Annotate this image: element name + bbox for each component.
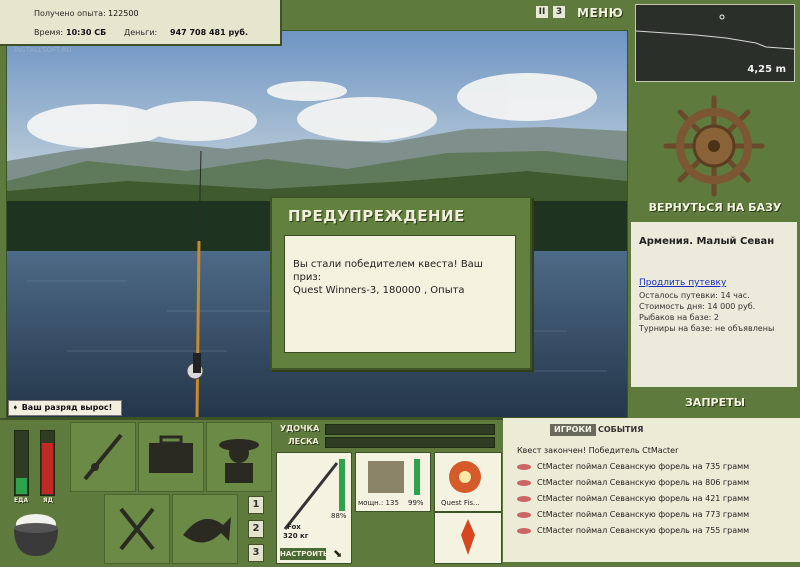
rod-slot[interactable]: 88% Fox 320 кг НАСТРОИТЬ ⬊ [276, 452, 352, 564]
reel-power: мощн.: 135 [358, 499, 399, 507]
speed-button[interactable]: 3 [553, 6, 565, 18]
depth-value: 4,25 m [747, 64, 786, 75]
pause-button[interactable]: II [536, 6, 548, 18]
rod-max-weight: 320 кг [283, 532, 309, 540]
arrow-right-icon: ➧ [12, 403, 19, 412]
event-item: CtMacter поймал Севанскую форель на 806 … [517, 478, 749, 487]
reel-item-icon [368, 461, 404, 493]
fishing-rod-icon [83, 433, 123, 481]
reel-condition: 99% [408, 499, 424, 507]
tackle-box-tile[interactable] [138, 422, 204, 492]
location-title: Армения. Малый Севан [639, 236, 775, 247]
tournaments-status: Турниры на базе: не объявлены [639, 324, 775, 333]
reel-condition-bar [414, 459, 420, 495]
extend-ticket-link[interactable]: Продлить путевку [639, 278, 726, 288]
xp-value: 122500 [108, 9, 139, 18]
rod-condition: 88% [331, 512, 347, 520]
events-list: Квест закончен! Победитель CtMacter CtMa… [503, 442, 800, 562]
tab-events[interactable]: СОБЫТИЯ [594, 424, 647, 436]
ticket-remaining: Осталось путевки: 14 час. [639, 291, 750, 300]
time-label: Время: [34, 28, 64, 37]
food-meter-fill [16, 478, 27, 494]
tackle-box-icon [149, 435, 193, 473]
line-slot[interactable]: Quest Fis... [434, 452, 502, 512]
tab-players[interactable]: ИГРОКИ [550, 424, 596, 436]
food-meter [14, 430, 29, 496]
depth-sonar: 4,25 m [635, 4, 795, 82]
page-button-3[interactable]: 3 [248, 544, 264, 562]
rods-tile[interactable] [70, 422, 136, 492]
resize-arrow-icon: ⬊ [333, 547, 343, 560]
rod-tension-bar [325, 424, 495, 435]
ship-wheel-icon[interactable] [662, 94, 766, 198]
event-item: CtMacter поймал Севанскую форель на 421 … [517, 494, 749, 503]
lure-slot[interactable] [434, 512, 502, 564]
rank-up-text: Ваш разряд вырос! [21, 403, 113, 412]
dialog-message-line1: Вы стали победителем квеста! Ваш приз: [293, 259, 483, 283]
warning-dialog[interactable]: ПРЕДУПРЕЖДЕНИЕ Вы стали победителем квес… [270, 196, 532, 370]
food-tile[interactable] [104, 494, 170, 564]
event-item: CtMacter поймал Севанскую форель на 755 … [517, 526, 749, 535]
line-tension-label: ЛЕСКА [288, 437, 319, 446]
poison-meter [40, 430, 55, 496]
dialog-message-line2: Quest Winners-3, 180000 , Опыта [293, 285, 465, 296]
return-to-base-button[interactable]: ВЕРНУТЬСЯ НА БАЗУ [640, 201, 790, 214]
line-name: Quest Fis... [441, 499, 480, 507]
anglers-count: Рыбаков на базе: 2 [639, 313, 719, 322]
location-panel: Армения. Малый Севан Продлить путевку Ос… [631, 222, 797, 387]
rod-condition-bar [339, 459, 345, 511]
dialog-body: Вы стали победителем квеста! Ваш приз: Q… [284, 235, 516, 353]
page-button-1[interactable]: 1 [248, 496, 264, 514]
fish-icon [517, 479, 531, 486]
rod-tension-label: УДОЧКА [280, 424, 320, 433]
food-label: ЕДА [14, 497, 29, 504]
time-value: 10:30 СБ [66, 28, 107, 37]
rod-name: Fox [287, 523, 301, 531]
watermark: INSTALLSOFT.RU [14, 46, 72, 54]
line-spool-icon [449, 461, 481, 493]
xp-label: Получено опыта: [34, 9, 106, 18]
rod-item-icon [283, 462, 339, 530]
reel-slot[interactable]: мощн.: 135 99% [355, 452, 431, 512]
menu-button[interactable]: МЕНЮ [577, 6, 623, 20]
money-value: 947 708 481 руб. [170, 28, 249, 37]
poison-meter-fill [42, 443, 53, 494]
page-button-2[interactable]: 2 [248, 520, 264, 538]
event-item: CtMacter поймал Севанскую форель на 773 … [517, 510, 749, 519]
setup-button[interactable]: НАСТРОИТЬ [280, 548, 328, 560]
fish-keepnet-tile[interactable] [172, 494, 238, 564]
events-header: Квест закончен! Победитель CtMacter [517, 446, 679, 455]
angler-tile[interactable] [206, 422, 272, 492]
stats-panel: Получено опыта: 122500 Время: 10:30 СБ Д… [0, 0, 282, 46]
money-label: Деньги: [124, 28, 158, 37]
fish-icon [517, 495, 531, 502]
lure-icon [461, 519, 475, 555]
fish-icon [517, 463, 531, 470]
angler-icon [219, 439, 259, 483]
fish-icon [517, 511, 531, 518]
rank-up-notification[interactable]: ➧ Ваш разряд вырос! [8, 400, 122, 416]
line-tension-bar [325, 437, 495, 448]
fish-icon [517, 527, 531, 534]
fork-knife-icon [119, 507, 155, 551]
poison-label: ЯД [43, 497, 53, 504]
event-item: CtMacter поймал Севанскую форель на 735 … [517, 462, 749, 471]
day-cost: Стоимость дня: 14 000 руб. [639, 302, 756, 311]
fish-icon [183, 517, 231, 543]
food-pot-icon[interactable] [10, 508, 62, 560]
bans-button[interactable]: ЗАПРЕТЫ [640, 396, 790, 409]
dialog-title: ПРЕДУПРЕЖДЕНИЕ [288, 207, 465, 225]
